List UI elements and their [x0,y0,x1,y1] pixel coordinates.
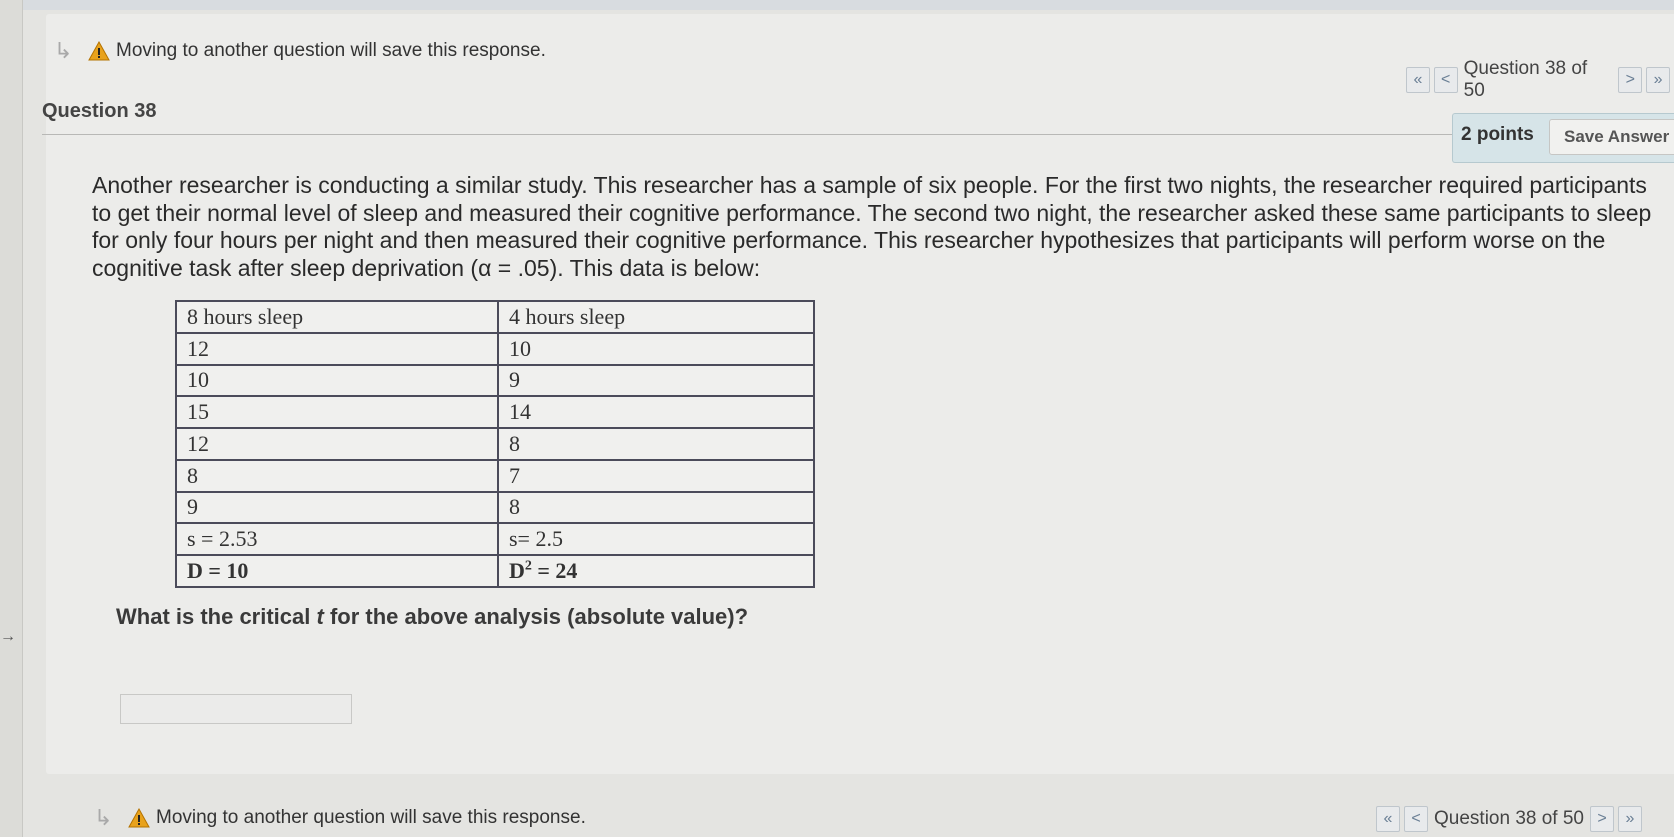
table-cell: 10 [175,363,499,398]
table-cell: 8 [497,490,815,525]
points-label: 2 points [1461,124,1534,145]
question-ask-suffix: for the above analysis (absolute value)? [323,604,749,629]
question-ask-prefix: What is the critical [116,604,317,629]
pager-label: Question 38 of 50 [1434,808,1584,829]
first-question-button[interactable]: « [1406,67,1430,93]
table-cell: 15 [175,395,499,430]
table-cell: s= 2.5 [497,522,815,557]
top-warning: ↳ Moving to another question will save t… [54,38,546,64]
table-cell: 12 [175,331,499,366]
table-row: 8 7 [175,458,815,493]
table-cell: D2 = 24 [497,554,815,588]
bottom-pager: « < Question 38 of 50 > » [1376,806,1646,832]
table-header-row: 8 hours sleep 4 hours sleep [175,300,815,334]
table-cell: s = 2.53 [175,522,499,557]
table-cell: 8 [497,427,815,461]
table-row: s = 2.53 s= 2.5 [175,522,815,557]
question-ask-variable: t [316,604,324,629]
top-pager: « < Question 38 of 50 > » [1406,58,1674,102]
question-title: Question 38 [42,100,157,122]
d-squared-base: D [509,558,525,584]
first-question-button[interactable]: « [1376,806,1400,832]
expand-arrow-icon[interactable]: → [0,628,16,646]
page: → ↳ Moving to another question will save… [0,0,1674,837]
previous-question-button[interactable]: < [1404,806,1428,832]
question-ask: What is the critical t for the above ana… [116,604,748,630]
table-row: 9 8 [175,490,815,525]
table-cell: D = 10 [175,554,499,588]
return-arrow-icon: ↳ [54,38,73,63]
warning-text: Moving to another question will save thi… [116,40,546,61]
table-row: D = 10 D2 = 24 [175,554,815,588]
warning-icon [128,808,150,828]
table-row: 15 14 [175,395,815,430]
table-row: 12 8 [175,427,815,461]
table-cell: 14 [497,395,815,430]
answer-input[interactable] [120,694,352,724]
last-question-button[interactable]: » [1618,806,1642,832]
top-strip [22,0,1674,10]
d-squared-exponent: 2 [524,558,532,574]
pager-label: Question 38 of 50 [1463,58,1588,101]
table-header-cell: 4 hours sleep [497,300,815,334]
table-cell: 9 [175,490,499,525]
table-cell: 12 [175,427,499,461]
data-table: 8 hours sleep 4 hours sleep 12 10 10 9 1… [175,300,815,588]
table-header-cell: 8 hours sleep [175,300,499,334]
last-question-button[interactable]: » [1646,67,1670,93]
warning-text: Moving to another question will save thi… [156,807,586,828]
table-cell: 8 [175,458,499,493]
table-row: 10 9 [175,363,815,398]
warning-icon [88,41,110,61]
question-prompt: Another researcher is conducting a simil… [92,172,1652,281]
table-cell: 10 [497,331,815,366]
save-answer-button[interactable]: Save Answer [1549,119,1674,155]
table-row: 12 10 [175,331,815,366]
title-divider [42,134,1452,135]
next-question-button[interactable]: > [1618,67,1643,93]
next-question-button[interactable]: > [1590,806,1614,832]
table-cell: 7 [497,458,815,493]
left-panel-edge [0,0,23,837]
table-cell: 9 [497,363,815,398]
d-squared-value: = 24 [531,558,578,584]
bottom-warning: ↳ Moving to another question will save t… [94,805,586,831]
previous-question-button[interactable]: < [1433,67,1458,93]
return-arrow-icon: ↳ [94,805,113,830]
